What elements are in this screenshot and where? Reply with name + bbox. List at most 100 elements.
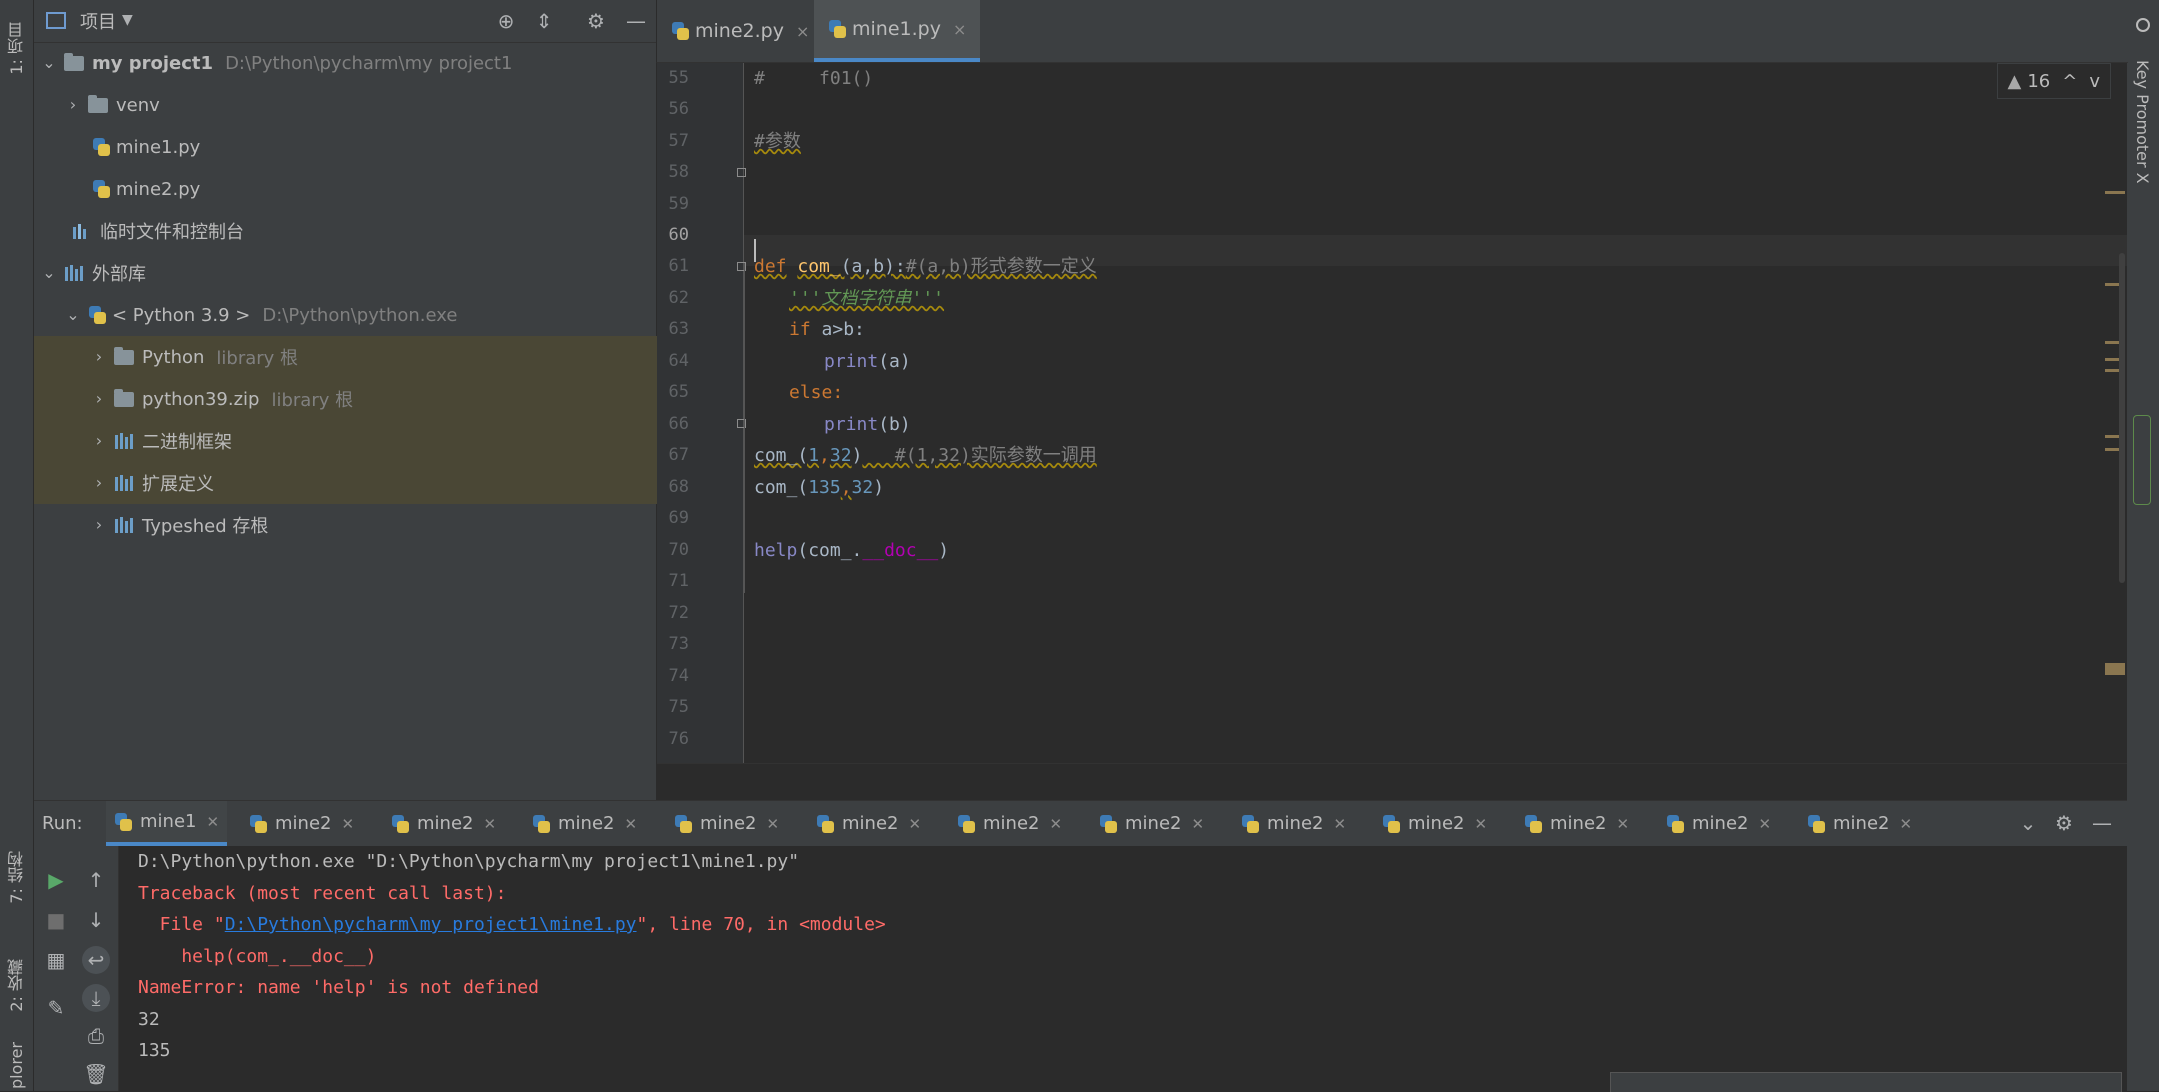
tree-item-project-root[interactable]: ⌄ my project1 D:\Python\pycharm\my proje… [34, 42, 664, 84]
tree-item-typeshed-stubs[interactable]: › Typeshed 存根 [34, 504, 714, 546]
error-stripe-marker[interactable] [2105, 191, 2125, 194]
chevron-down-icon[interactable]: ⌄ [66, 307, 80, 323]
tree-item-python39-zip[interactable]: › python39.zip library 根 [34, 378, 714, 420]
project-panel-header: 项目 ▼ ⊕ ⇕ ⚙ — [34, 0, 656, 43]
run-tab[interactable]: mine2 ✕ [1382, 801, 1487, 846]
memory-indicator[interactable] [2133, 415, 2151, 505]
structure-tool-tab-label: 7: 结构 [6, 850, 26, 904]
close-icon[interactable]: ✕ [483, 815, 496, 833]
editor-tab-mine2[interactable]: mine2.py × [657, 0, 823, 62]
run-tab[interactable]: mine2 ✕ [1524, 801, 1629, 846]
editor-tab-mine1[interactable]: mine1.py × [814, 0, 981, 62]
run-tab[interactable]: mine2 ✕ [1807, 801, 1912, 846]
hide-panel-icon[interactable]: — [2088, 809, 2116, 837]
close-icon[interactable]: ✕ [624, 815, 637, 833]
chevron-down-icon[interactable]: ▼ [122, 12, 133, 28]
tree-item-mine2[interactable]: mine2.py [34, 168, 714, 210]
structure-tool-tab[interactable]: 7: 结构 [0, 832, 33, 922]
error-stripe-marker[interactable] [2105, 663, 2125, 675]
line-number: 55 [668, 68, 689, 88]
editor-bottom [657, 763, 2127, 801]
close-icon[interactable]: ✕ [1758, 815, 1771, 833]
down-arrow-icon[interactable]: ↓ [82, 906, 110, 934]
close-icon[interactable]: ✕ [1191, 815, 1204, 833]
close-icon[interactable]: ✕ [341, 815, 354, 833]
pin-icon[interactable]: ✎ [42, 994, 70, 1022]
chevron-down-icon[interactable]: ⌄ [2014, 809, 2042, 837]
run-console[interactable]: D:\Python\python.exe "D:\Python\pycharm\… [119, 846, 2127, 1091]
gear-icon[interactable]: ⚙ [584, 9, 608, 33]
tree-item-label: Python [142, 346, 205, 368]
chevron-right-icon[interactable]: › [92, 391, 106, 407]
chevron-right-icon[interactable]: › [66, 97, 80, 113]
tree-item-binary-frameworks[interactable]: › 二进制框架 [34, 420, 714, 462]
print-icon[interactable]: ⎙ [82, 1022, 110, 1050]
code-text: ) [873, 477, 885, 498]
run-tab-label: mine2 [700, 813, 757, 834]
line-number: 70 [668, 540, 689, 560]
close-icon[interactable]: × [953, 20, 966, 39]
scroll-to-end-icon[interactable]: ⤓ [82, 984, 110, 1012]
favorites-tool-tab[interactable]: 2: 收藏 [0, 940, 33, 1030]
close-icon[interactable]: ✕ [206, 813, 219, 831]
editor-scrollbar[interactable] [2119, 253, 2125, 583]
explorer-tool-tab[interactable]: plorer [0, 1040, 33, 1091]
fold-marker-icon[interactable] [737, 168, 746, 177]
close-icon[interactable]: ✕ [1899, 815, 1912, 833]
run-tab[interactable]: mine2 ✕ [1241, 801, 1346, 846]
close-icon[interactable]: ✕ [766, 815, 779, 833]
code-editor[interactable]: 55 56 57 58 59 60 61 62 63 64 65 66 67 6… [657, 63, 2127, 763]
chevron-right-icon[interactable]: › [92, 349, 106, 365]
tree-item-scratches[interactable]: 临时文件和控制台 [34, 210, 686, 252]
tree-item-extension-definitions[interactable]: › 扩展定义 [34, 462, 714, 504]
chevron-right-icon[interactable]: › [92, 433, 106, 449]
chevron-right-icon[interactable]: › [92, 475, 106, 491]
run-tab[interactable]: mine2 ✕ [1666, 801, 1771, 846]
tree-item-python-sdk[interactable]: ⌄ < Python 3.9 > D:\Python\python.exe [34, 294, 688, 336]
previous-highlight-icon[interactable]: ^ [2062, 71, 2077, 92]
key-promoter-tab[interactable]: Key Promoter X [2133, 60, 2152, 184]
soft-wrap-icon[interactable]: ↩ [82, 946, 110, 974]
tree-item-venv[interactable]: › venv [34, 84, 688, 126]
run-tab[interactable]: mine2 ✕ [532, 801, 637, 846]
chevron-down-icon[interactable]: ⌄ [42, 265, 56, 281]
notification-popup[interactable] [1610, 1072, 2122, 1092]
close-icon[interactable]: × [796, 22, 809, 41]
collapse-all-icon[interactable]: ⇕ [532, 9, 556, 33]
run-tab[interactable]: mine1 ✕ [106, 801, 228, 846]
close-icon[interactable]: ✕ [1616, 815, 1629, 833]
run-tab[interactable]: mine2 ✕ [957, 801, 1062, 846]
close-icon[interactable]: ✕ [1474, 815, 1487, 833]
run-tab[interactable]: mine2 ✕ [249, 801, 354, 846]
close-icon[interactable]: ✕ [908, 815, 921, 833]
chevron-down-icon[interactable]: ⌄ [42, 55, 56, 71]
rerun-icon[interactable]: ▶ [42, 866, 70, 894]
code-line-63: if a>b: [789, 314, 865, 345]
stop-icon[interactable]: ■ [42, 906, 70, 934]
console-output-line: 32 [138, 1009, 160, 1030]
run-tab[interactable]: mine2 ✕ [674, 801, 779, 846]
inspection-widget[interactable]: ▲ 16 ^ v [1996, 63, 2111, 99]
code-line-67: com_(1,32) #(1,32)实际参数一调用 [754, 440, 1097, 471]
run-tab[interactable]: mine2 ✕ [816, 801, 921, 846]
close-icon[interactable]: ✕ [1333, 815, 1346, 833]
locate-icon[interactable]: ⊕ [494, 9, 518, 33]
next-highlight-icon[interactable]: v [2089, 71, 2100, 92]
project-view-selector[interactable]: 项目 [80, 8, 116, 34]
console-file-link[interactable]: D:\Python\pycharm\my project1\mine1.py [225, 914, 637, 935]
project-tool-tab[interactable]: 1: 项目 [0, 8, 33, 88]
up-arrow-icon[interactable]: ↑ [82, 866, 110, 894]
chevron-right-icon[interactable]: › [92, 517, 106, 533]
tree-item-mine1[interactable]: mine1.py [34, 126, 714, 168]
console-traceback-line: Traceback (most recent call last): [138, 883, 507, 904]
run-tab[interactable]: mine2 ✕ [1099, 801, 1204, 846]
close-icon[interactable]: ✕ [1049, 815, 1062, 833]
layout-icon[interactable]: ▦ [42, 946, 70, 974]
hide-panel-icon[interactable]: — [624, 9, 648, 33]
tree-item-python-lib[interactable]: › Python library 根 [34, 336, 714, 378]
run-tab[interactable]: mine2 ✕ [391, 801, 496, 846]
code-line-55: # f01() [754, 63, 873, 94]
gear-icon[interactable]: ⚙ [2050, 809, 2078, 837]
tree-item-external-libs[interactable]: ⌄ 外部库 [34, 252, 664, 294]
trash-icon[interactable]: 🗑 [82, 1060, 110, 1088]
